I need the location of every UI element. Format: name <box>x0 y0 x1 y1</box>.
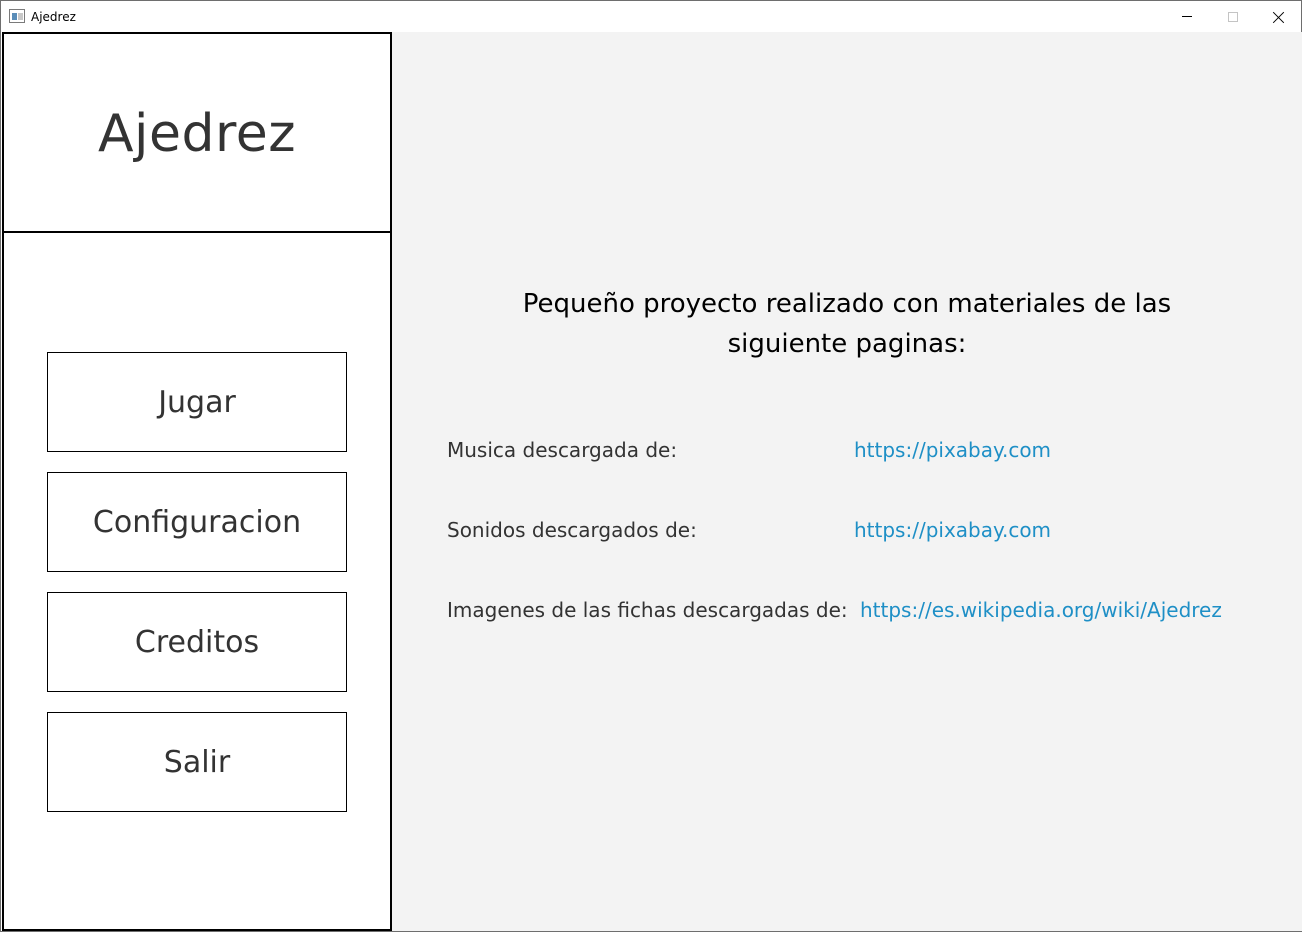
close-button[interactable] <box>1256 1 1302 32</box>
app-title: Ajedrez <box>97 103 297 164</box>
minimize-icon <box>1182 16 1192 17</box>
sounds-source-label: Sonidos descargados de: <box>447 518 697 542</box>
music-source-link[interactable]: https://pixabay.com <box>854 438 1051 462</box>
sidebar-header: Ajedrez <box>4 34 390 233</box>
app-window: Ajedrez Ajedrez Jugar Configuracion Cred… <box>0 0 1302 932</box>
creditos-button[interactable]: Creditos <box>47 592 347 692</box>
salir-button[interactable]: Salir <box>47 712 347 812</box>
music-source-label: Musica descargada de: <box>447 438 678 462</box>
minimize-button[interactable] <box>1164 1 1210 32</box>
pieces-images-source-link[interactable]: https://es.wikipedia.org/wiki/Ajedrez <box>860 598 1222 622</box>
pieces-images-source-label: Imagenes de las fichas descargadas de: <box>447 598 848 622</box>
sounds-source-link[interactable]: https://pixabay.com <box>854 518 1051 542</box>
maximize-icon <box>1228 11 1238 22</box>
configuracion-button[interactable]: Configuracion <box>47 472 347 572</box>
credits-panel: Pequeño proyecto realizado con materiale… <box>392 32 1302 931</box>
close-icon <box>1273 11 1285 23</box>
jugar-button[interactable]: Jugar <box>47 352 347 452</box>
app-window-icon <box>9 9 25 23</box>
window-title: Ajedrez <box>31 10 76 24</box>
maximize-button[interactable] <box>1210 1 1256 32</box>
sidebar: Ajedrez Jugar Configuracion Creditos Sal… <box>2 32 392 931</box>
title-bar[interactable]: Ajedrez <box>1 1 1301 32</box>
credits-headline: Pequeño proyecto realizado con materiale… <box>522 289 1172 359</box>
